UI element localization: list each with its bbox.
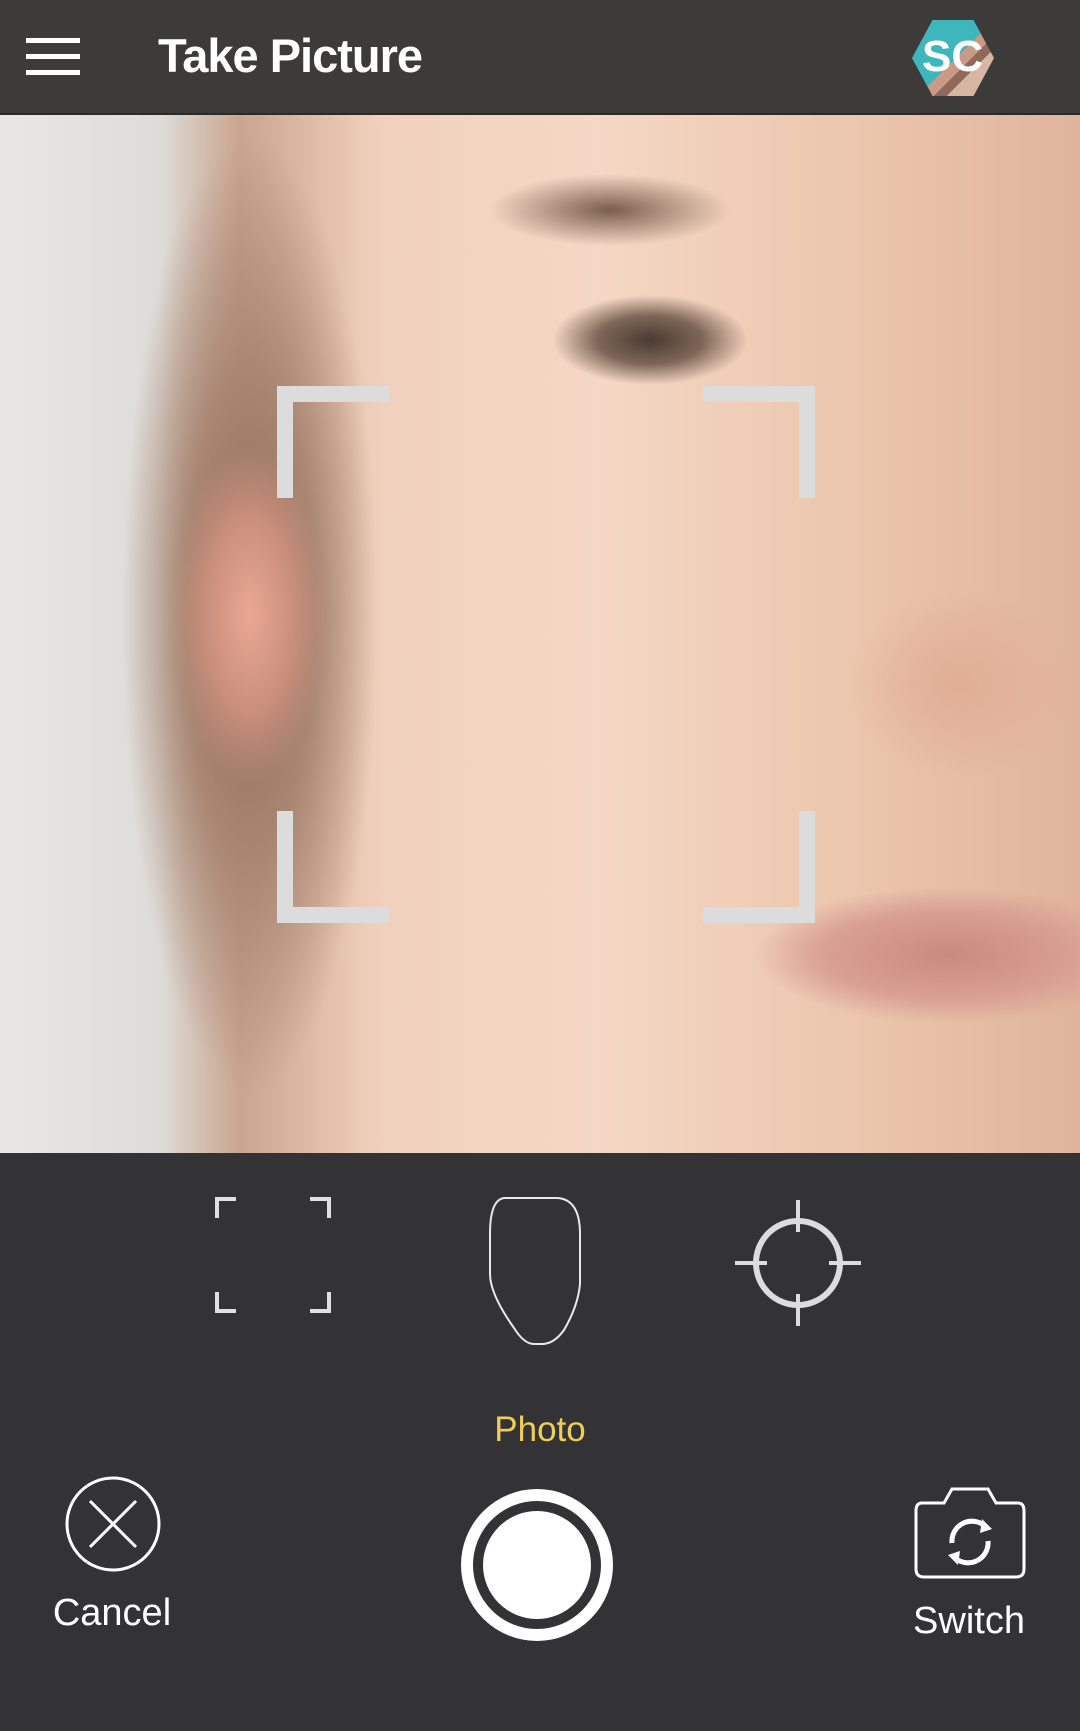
focus-frame-corner-bottom-right bbox=[703, 811, 815, 923]
cancel-button[interactable]: Cancel bbox=[12, 1592, 212, 1635]
face-outline-icon[interactable] bbox=[484, 1194, 584, 1348]
shutter-button-icon[interactable] bbox=[460, 1488, 614, 1642]
focus-frame-corner-top-right bbox=[703, 386, 815, 498]
crosshair-icon[interactable] bbox=[735, 1200, 861, 1326]
mode-label-photo[interactable]: Photo bbox=[440, 1410, 640, 1450]
app-logo[interactable]: SC bbox=[912, 20, 994, 96]
cancel-icon[interactable] bbox=[64, 1475, 162, 1573]
focus-frame-corner-top-left bbox=[277, 386, 389, 498]
focus-frame-corner-bottom-left bbox=[277, 811, 389, 923]
hamburger-menu-icon[interactable] bbox=[26, 38, 80, 76]
page-title: Take Picture bbox=[158, 29, 423, 82]
app-header: Take Picture SC bbox=[0, 0, 1080, 115]
camera-preview[interactable] bbox=[0, 115, 1080, 1153]
switch-camera-icon[interactable] bbox=[912, 1485, 1028, 1581]
frame-corners-icon[interactable] bbox=[212, 1194, 334, 1316]
switch-button[interactable]: Switch bbox=[869, 1600, 1069, 1643]
